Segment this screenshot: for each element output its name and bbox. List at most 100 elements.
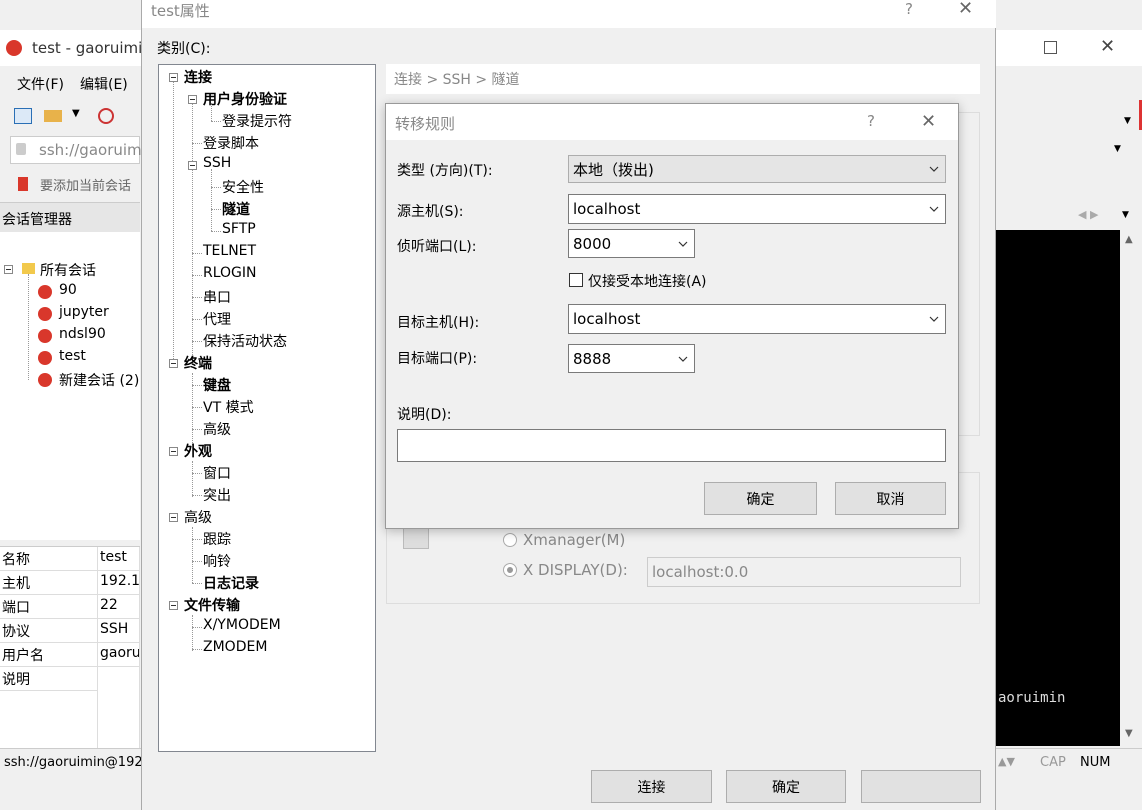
new-session-icon[interactable] xyxy=(14,108,32,124)
props-ok-button[interactable]: 确定 xyxy=(726,770,846,803)
tree-item-file-transfer[interactable]: 文件传输 xyxy=(184,595,240,615)
expand-toggle-icon[interactable] xyxy=(169,359,178,368)
scroll-up-icon[interactable]: ▲ xyxy=(1125,234,1133,245)
collapse-icon[interactable] xyxy=(4,265,13,274)
source-host-input[interactable]: localhost xyxy=(568,194,946,224)
session-item[interactable]: test xyxy=(38,348,138,368)
xdisplay-label: X DISPLAY(D): xyxy=(523,561,628,579)
chevron-down-icon[interactable] xyxy=(678,354,688,364)
session-label: 新建会话 (2) xyxy=(59,373,140,389)
session-item[interactable]: 新建会话 (2) xyxy=(38,370,140,390)
rule-help-icon[interactable]: ? xyxy=(867,112,875,130)
source-host-label: 源主机(S): xyxy=(397,204,464,220)
tree-item-tunnel[interactable]: 隧道 xyxy=(222,199,250,219)
menu-edit[interactable]: 编辑(E) xyxy=(80,74,128,94)
right-dropdown-icon[interactable]: ▼ xyxy=(1124,116,1131,126)
target-host-input[interactable]: localhost xyxy=(568,304,946,334)
tree-item-serial[interactable]: 串口 xyxy=(203,287,231,307)
tree-item-window[interactable]: 窗口 xyxy=(203,463,231,483)
forwarding-rule-dialog: 转移规则 ? ✕ 类型 (方向)(T): 本地（拨出) 源主机(S): loca… xyxy=(385,103,959,529)
tree-item-ssh[interactable]: SSH xyxy=(203,155,231,171)
address-bar[interactable]: ssh://gaoruimi xyxy=(10,136,146,164)
tree-item-zmodem[interactable]: ZMODEM xyxy=(203,639,267,655)
status-arrows-icon: ▲▼ xyxy=(998,755,1015,768)
tree-item-login-prompt[interactable]: 登录提示符 xyxy=(222,111,292,131)
tree-item-advanced[interactable]: 高级 xyxy=(184,507,212,527)
xdisplay-radio[interactable] xyxy=(503,563,517,577)
scroll-down-icon[interactable]: ▼ xyxy=(1125,728,1133,739)
terminal[interactable]: aoruimin xyxy=(996,230,1120,746)
tree-item-trace[interactable]: 跟踪 xyxy=(203,529,231,549)
chevron-down-icon[interactable] xyxy=(929,314,939,324)
prop-key: 用户名 xyxy=(0,643,98,667)
xdisplay-input[interactable]: localhost:0.0 xyxy=(647,557,961,587)
tree-item-rlogin[interactable]: RLOGIN xyxy=(203,265,257,281)
target-port-input[interactable]: 8888 xyxy=(568,344,695,373)
tree-item-login-script[interactable]: 登录脚本 xyxy=(203,133,259,153)
tree-item-xymodem[interactable]: X/YMODEM xyxy=(203,617,281,633)
chevron-down-icon[interactable] xyxy=(678,239,688,249)
expand-toggle-icon[interactable] xyxy=(188,95,197,104)
tree-item-vt-mode[interactable]: VT 模式 xyxy=(203,397,254,417)
props-cancel-button[interactable] xyxy=(861,770,981,803)
source-host-value: localhost xyxy=(573,200,641,218)
session-manager-title: 会话管理器 xyxy=(2,212,72,228)
target-port-label: 目标端口(P): xyxy=(397,351,478,367)
description-input[interactable] xyxy=(397,429,946,462)
listen-port-input[interactable]: 8000 xyxy=(568,229,695,258)
tree-item-logging[interactable]: 日志记录 xyxy=(203,573,259,593)
type-value: 本地（拨出) xyxy=(573,160,654,179)
tree-item-proxy[interactable]: 代理 xyxy=(203,309,231,329)
session-item[interactable]: 90 xyxy=(38,282,138,302)
local-only-label[interactable]: 仅接受本地连接(A) xyxy=(588,271,707,291)
expand-toggle-icon[interactable] xyxy=(169,513,178,522)
tree-item-highlight[interactable]: 突出 xyxy=(203,485,231,505)
tree-item-terminal-advanced[interactable]: 高级 xyxy=(203,419,231,439)
rule-close-icon[interactable]: ✕ xyxy=(921,111,936,132)
right-address-dropdown-icon[interactable]: ▼ xyxy=(1114,144,1121,154)
tree-item-sftp[interactable]: SFTP xyxy=(222,221,256,237)
connect-icon[interactable] xyxy=(98,108,114,124)
rule-cancel-button[interactable]: 取消 xyxy=(835,482,946,515)
local-only-checkbox[interactable] xyxy=(569,273,583,287)
expand-toggle-icon[interactable] xyxy=(188,161,197,170)
tree-item-terminal[interactable]: 终端 xyxy=(184,353,212,373)
tree-root[interactable]: 所有会话 xyxy=(40,260,96,280)
bookmark-icon xyxy=(18,177,28,191)
rule-ok-button[interactable]: 确定 xyxy=(704,482,817,515)
session-item[interactable]: jupyter xyxy=(38,304,138,324)
maximize-icon[interactable] xyxy=(1044,41,1057,54)
prop-key: 名称 xyxy=(0,547,98,571)
connect-button[interactable]: 连接 xyxy=(591,770,712,803)
expand-toggle-icon[interactable] xyxy=(169,447,178,456)
tree-item-user-auth[interactable]: 用户身份验证 xyxy=(203,89,287,109)
terminal-scrollbar[interactable]: ▲ ▼ xyxy=(1120,230,1142,746)
menu-file[interactable]: 文件(F) xyxy=(17,74,64,94)
bookmark-hint[interactable]: 要添加当前会话 xyxy=(40,175,131,194)
terminal-text: aoruimin xyxy=(998,690,1066,706)
open-folder-icon[interactable] xyxy=(44,110,62,122)
tree-item-telnet[interactable]: TELNET xyxy=(203,243,256,259)
tree-item-keepalive[interactable]: 保持活动状态 xyxy=(203,331,287,351)
close-icon[interactable]: ✕ xyxy=(1100,36,1115,57)
target-host-value: localhost xyxy=(573,310,641,328)
props-help-icon[interactable]: ? xyxy=(905,0,913,18)
expand-toggle-icon[interactable] xyxy=(169,73,178,82)
dropdown-arrow-icon[interactable]: ▼ xyxy=(72,108,80,119)
tree-item-bell[interactable]: 响铃 xyxy=(203,551,231,571)
session-label: test xyxy=(59,348,86,364)
tree-item-connection[interactable]: 连接 xyxy=(184,67,212,87)
tree-item-keyboard[interactable]: 键盘 xyxy=(203,375,231,395)
chevron-down-icon[interactable] xyxy=(929,204,939,214)
tree-item-appearance[interactable]: 外观 xyxy=(184,441,212,461)
session-item[interactable]: ndsl90 xyxy=(38,326,138,346)
props-close-icon[interactable]: ✕ xyxy=(958,0,973,19)
tab-scroll-icon[interactable]: ◀ ▶ xyxy=(1078,208,1098,221)
expand-toggle-icon[interactable] xyxy=(169,601,178,610)
xmanager-radio[interactable] xyxy=(503,533,517,547)
session-search[interactable] xyxy=(0,232,140,259)
tree-item-security[interactable]: 安全性 xyxy=(222,177,264,197)
type-select[interactable]: 本地（拨出) xyxy=(568,155,946,183)
session-manager-header: 会话管理器 xyxy=(0,202,140,233)
tab-list-icon[interactable]: ▼ xyxy=(1122,210,1129,220)
